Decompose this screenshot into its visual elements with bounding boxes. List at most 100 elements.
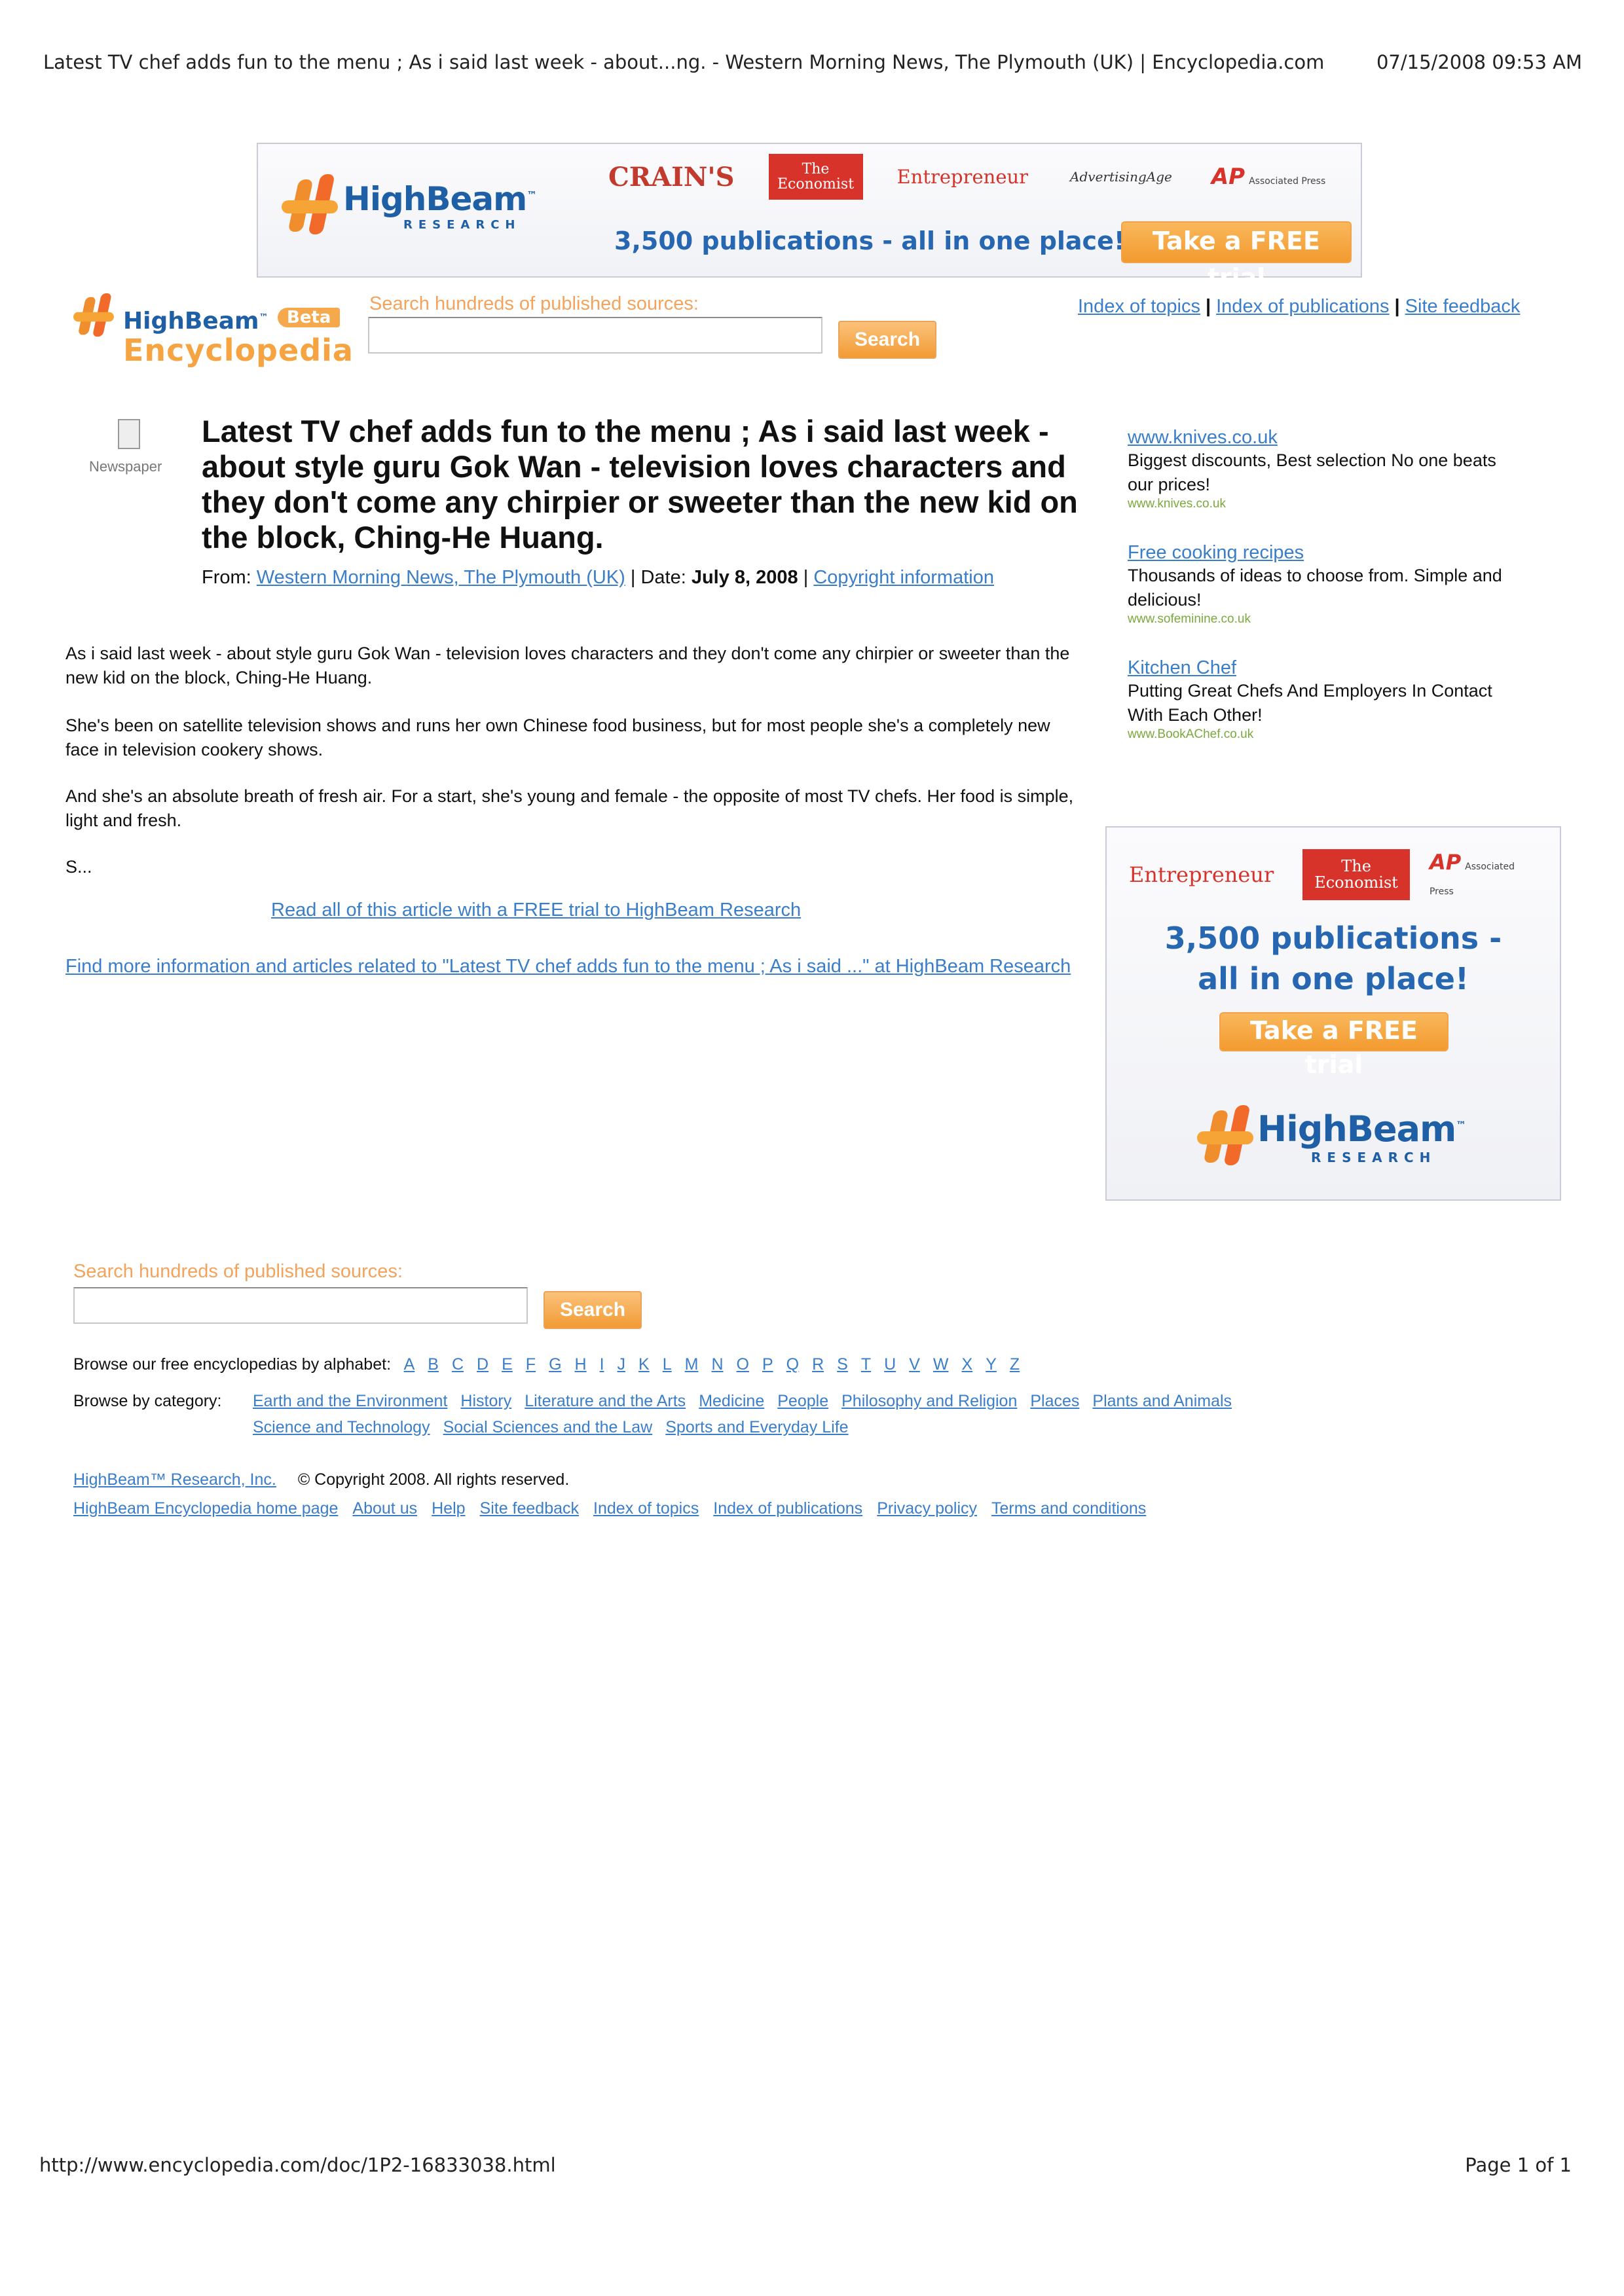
entrepreneur-logo: Entrepreneur [896,166,1029,188]
print-header: Latest TV chef adds fun to the menu ; As… [43,51,1582,73]
find-more-information-link[interactable]: Find more information and articles relat… [65,955,1074,979]
category-link[interactable]: Literature and the Arts [525,1392,686,1410]
browse-alphabet-label: Browse our free encyclopedias by alphabe… [73,1355,392,1374]
sidebar-ad-title[interactable]: www.knives.co.uk [1128,427,1278,448]
alphabet-link-w[interactable]: W [933,1355,949,1374]
alphabet-link-c[interactable]: C [452,1355,464,1374]
alphabet-link-s[interactable]: S [837,1355,848,1374]
highbeam-box-ad[interactable]: Entrepreneur The Economist AP Associated … [1105,826,1561,1201]
article-paragraph: As i said last week - about style guru G… [65,644,1070,687]
alphabet-link-e[interactable]: E [502,1355,513,1374]
sidebar-ad-url: www.sofeminine.co.uk [1128,612,1251,626]
alphabet-link-j[interactable]: J [618,1355,626,1374]
alphabet-link-f[interactable]: F [526,1355,536,1374]
category-link[interactable]: Social Sciences and the Law [443,1418,653,1436]
alphabet-link-r[interactable]: R [812,1355,824,1374]
banner-publication-logos: CRAIN'S The Economist Entrepreneur Adver… [608,152,1335,202]
bottom-search-input[interactable] [73,1287,528,1324]
article-paragraph: She's been on satellite television shows… [65,716,1050,759]
index-of-publications-link[interactable]: Index of publications [1216,296,1389,317]
alphabet-link-n[interactable]: N [711,1355,723,1374]
alphabet-link-t[interactable]: T [861,1355,871,1374]
browse-category-label: Browse by category: [73,1392,222,1410]
alphabet-link-l[interactable]: L [663,1355,672,1374]
alphabet-link-u[interactable]: U [884,1355,896,1374]
alphabet-link-k[interactable]: K [638,1355,650,1374]
category-link[interactable]: Sports and Everyday Life [665,1418,848,1436]
alphabet-link-y[interactable]: Y [986,1355,997,1374]
category-link[interactable]: Earth and the Environment [253,1392,447,1410]
alphabet-link-z[interactable]: Z [1010,1355,1020,1374]
banner-tagline: 3,500 publications - all in one place! [614,227,1126,255]
footer-links: HighBeam Encyclopedia home page About us H… [73,1499,1160,1518]
sidebar-ad-url: www.knives.co.uk [1128,497,1226,511]
alphabet-link-x[interactable]: X [962,1355,973,1374]
sidebar-ad-title[interactable]: Free cooking recipes [1128,542,1304,563]
article-paragraph: And she's an absolute breath of fresh ai… [65,786,1074,830]
source-link[interactable]: Western Morning News, The Plymouth (UK) [257,567,625,588]
print-page-number: Page 1 of 1 [1465,2154,1572,2176]
copyright-text: © Copyright 2008. All rights reserved. [297,1470,570,1489]
category-link[interactable]: Plants and Animals [1092,1392,1232,1410]
alphabet-link-q[interactable]: Q [786,1355,799,1374]
footer-link[interactable]: Index of topics [593,1499,699,1518]
box-ad-tagline: 3,500 publications - all in one place! [1164,920,1502,996]
index-of-topics-link[interactable]: Index of topics [1078,296,1200,317]
sidebar-ad[interactable]: Kitchen Chef Putting Great Chefs And Emp… [1128,657,1521,742]
footer-link[interactable]: Index of publications [713,1499,862,1518]
category-link[interactable]: Places [1030,1392,1079,1410]
search-button[interactable]: Search [838,321,936,359]
highbeam-encyclopedia-logo[interactable]: HighBeam™ Beta Encyclopedia [73,293,353,369]
highbeam-mark-icon [73,293,114,338]
alphabet-link-h[interactable]: H [575,1355,587,1374]
footer-link[interactable]: Help [432,1499,465,1518]
print-url: http://www.encyclopedia.com/doc/1P2-1683… [39,2154,556,2176]
category-link[interactable]: History [460,1392,511,1410]
sidebar-ad-description: Putting Great Chefs And Employers In Con… [1128,681,1492,725]
category-link[interactable]: People [777,1392,828,1410]
sidebar-ad[interactable]: Free cooking recipes Thousands of ideas … [1128,542,1534,627]
read-all-article-link[interactable]: Read all of this article with a FREE tri… [271,900,801,921]
sidebar-ad-description: Thousands of ideas to choose from. Simpl… [1128,566,1502,610]
top-nav-links: Index of topics | Index of publications | Si… [1078,296,1521,317]
highbeam-research-link[interactable]: HighBeam™ Research, Inc. [73,1470,276,1489]
logo-product: Encyclopedia [123,333,354,368]
print-page-title: Latest TV chef adds fun to the menu ; As… [43,51,1325,73]
highbeam-mark-icon [1197,1105,1253,1168]
alphabet-link-i[interactable]: I [600,1355,604,1374]
highbeam-banner-ad[interactable]: HighBeam™ RESEARCH CRAIN'S The Economist… [257,143,1362,292]
browse-by-alphabet: Browse our free encyclopedias by alphabe… [73,1355,1033,1374]
category-link[interactable]: Philosophy and Religion [841,1392,1017,1410]
copyright-information-link[interactable]: Copyright information [813,567,994,588]
alphabet-link-o[interactable]: O [737,1355,749,1374]
alphabet-link-m[interactable]: M [685,1355,699,1374]
article-paragraph: S... [65,857,92,877]
alphabet-link-g[interactable]: G [549,1355,561,1374]
alphabet-link-b[interactable]: B [428,1355,439,1374]
sidebar-ad-title[interactable]: Kitchen Chef [1128,657,1236,678]
site-feedback-link[interactable]: Site feedback [1405,296,1521,317]
footer-link[interactable]: About us [352,1499,417,1518]
bottom-search-button[interactable]: Search [544,1291,642,1329]
print-datetime: 07/15/2008 09:53 AM [1376,51,1582,73]
footer-link[interactable]: Terms and conditions [991,1499,1146,1518]
alphabet-link-a[interactable]: A [404,1355,415,1374]
article-title: Latest TV chef adds fun to the menu ; As… [202,414,1078,555]
alphabet-link-d[interactable]: D [477,1355,489,1374]
footer-link[interactable]: Privacy policy [877,1499,977,1518]
search-input[interactable] [368,317,822,354]
box-ad-free-trial-button[interactable]: Take a FREE trial [1219,1012,1449,1079]
alphabet-link-v[interactable]: V [909,1355,920,1374]
article-meta: From: Western Morning News, The Plymouth… [202,567,994,588]
economist-logo: The Economist [768,154,863,200]
footer-link[interactable]: HighBeam Encyclopedia home page [73,1499,338,1518]
article-type-label: Newspaper [89,458,162,475]
category-link[interactable]: Science and Technology [253,1418,430,1436]
copyright-line: HighBeam™ Research, Inc. © Copyright 200… [73,1470,569,1489]
category-link[interactable]: Medicine [699,1392,764,1410]
footer-link[interactable]: Site feedback [480,1499,580,1518]
banner-free-trial-button[interactable]: Take a FREE trial [1121,221,1352,292]
alphabet-link-p[interactable]: P [762,1355,773,1374]
newspaper-icon [118,419,140,449]
sidebar-ad[interactable]: www.knives.co.uk Biggest discounts, Best… [1128,427,1521,511]
